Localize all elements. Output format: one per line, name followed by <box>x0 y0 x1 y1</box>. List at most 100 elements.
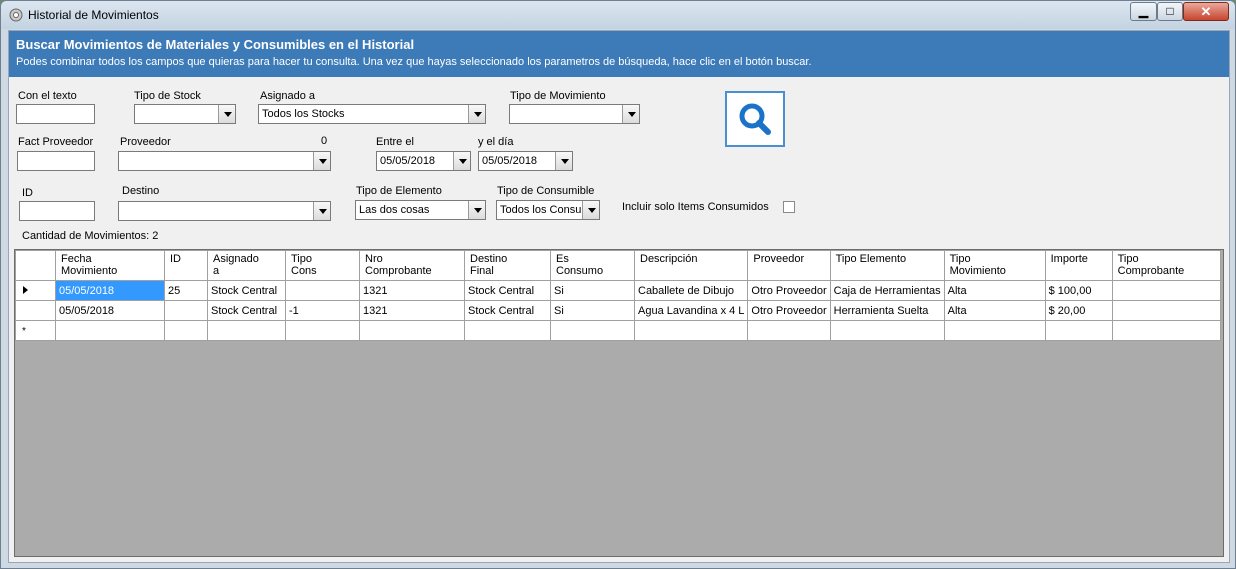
chevron-down-icon[interactable] <box>313 152 330 170</box>
tipo-stock-select[interactable] <box>134 104 236 124</box>
table-cell[interactable]: Stock Central <box>464 280 551 301</box>
banner-title: Buscar Movimientos de Materiales y Consu… <box>16 37 415 52</box>
movements-grid[interactable]: Fecha Movimiento ID Asignado a Tipo Cons Nro… <box>14 249 1224 557</box>
row-header[interactable]: * <box>15 320 56 341</box>
row-header[interactable] <box>15 280 56 301</box>
destino-label: Destino <box>122 185 160 197</box>
column-header[interactable]: Importe <box>1044 250 1113 281</box>
destino-select[interactable] <box>118 201 331 221</box>
column-header[interactable]: ID <box>164 250 208 281</box>
asignado-a-value: Todos los Stocks <box>262 108 345 120</box>
y-el-dia-value: 05/05/2018 <box>482 155 538 167</box>
table-cell[interactable]: Stock Central <box>207 300 286 321</box>
table-cell[interactable]: 25 <box>164 280 208 301</box>
id-input[interactable] <box>19 201 95 221</box>
minimize-button[interactable]: ▁ <box>1130 2 1157 21</box>
table-cell[interactable]: Caja de Herramientas <box>829 280 945 301</box>
tipo-elemento-select[interactable]: Las dos cosas <box>355 200 486 220</box>
con-el-texto-input[interactable] <box>16 104 95 124</box>
y-el-dia-date-picker[interactable]: 05/05/2018 <box>478 151 573 171</box>
proveedor-select[interactable] <box>118 151 331 171</box>
table-cell[interactable]: Alta <box>943 300 1046 321</box>
table-row[interactable]: 05/05/2018 25 Stock Central 1321 Stock Centr… <box>15 280 1221 301</box>
calendar-dropdown-icon[interactable] <box>555 152 572 170</box>
table-cell[interactable]: $ 100,00 <box>1044 280 1113 301</box>
table-cell[interactable] <box>285 320 360 341</box>
table-cell[interactable]: Otro Proveedor <box>747 300 831 321</box>
column-header[interactable]: Asignado a <box>207 250 286 281</box>
table-cell[interactable]: Herramienta Suelta <box>829 300 945 321</box>
table-cell[interactable] <box>1111 300 1221 321</box>
table-cell[interactable]: 1321 <box>359 280 465 301</box>
chevron-down-icon[interactable] <box>622 105 639 123</box>
table-cell[interactable]: Si <box>550 280 635 301</box>
tipo-stock-label: Tipo de Stock <box>134 90 201 102</box>
table-cell[interactable]: Stock Central <box>207 280 286 301</box>
chevron-down-icon[interactable] <box>218 105 235 123</box>
table-cell[interactable] <box>164 320 208 341</box>
column-header[interactable]: Tipo Elemento <box>829 250 945 281</box>
column-header[interactable]: Fecha Movimiento <box>55 250 165 281</box>
chevron-down-icon[interactable] <box>313 202 330 220</box>
chevron-down-icon[interactable] <box>468 201 485 219</box>
incluir-consumidos-checkbox[interactable] <box>783 201 795 213</box>
table-cell[interactable] <box>207 320 286 341</box>
table-cell[interactable]: 05/05/2018 <box>55 300 165 321</box>
column-header[interactable]: Tipo Cons <box>285 250 360 281</box>
tipo-consumible-select[interactable]: Todos los Consum <box>496 200 600 220</box>
chevron-down-icon[interactable] <box>582 201 599 219</box>
table-cell[interactable] <box>943 320 1046 341</box>
table-cell[interactable] <box>829 320 945 341</box>
table-cell[interactable] <box>359 320 465 341</box>
table-cell[interactable]: Stock Central <box>464 300 551 321</box>
table-cell[interactable]: Alta <box>943 280 1046 301</box>
table-cell[interactable]: Caballete de Dibujo <box>633 280 749 301</box>
header-banner: Buscar Movimientos de Materiales y Consu… <box>9 31 1229 77</box>
entre-el-value: 05/05/2018 <box>380 155 436 167</box>
column-header[interactable]: Nro Comprobante <box>359 250 465 281</box>
column-header[interactable]: Destino Final <box>464 250 551 281</box>
column-header[interactable]: Tipo Comprobante <box>1111 250 1221 281</box>
tipo-elemento-label: Tipo de Elemento <box>356 185 442 197</box>
maximize-button[interactable]: □ <box>1157 2 1183 21</box>
calendar-dropdown-icon[interactable] <box>453 152 470 170</box>
table-cell[interactable]: 1321 <box>359 300 465 321</box>
column-header[interactable]: Descripción <box>633 250 749 281</box>
table-cell[interactable]: Si <box>550 300 635 321</box>
table-cell[interactable]: Otro Proveedor <box>747 280 831 301</box>
fact-proveedor-input[interactable] <box>17 151 95 171</box>
table-cell[interactable] <box>747 320 831 341</box>
table-cell[interactable] <box>633 320 749 341</box>
app-window: Historial de Movimientos ▁ □ ✕ Buscar Mo… <box>0 0 1236 569</box>
table-cell[interactable] <box>55 320 165 341</box>
table-cell[interactable] <box>550 320 635 341</box>
table-cell[interactable]: 05/05/2018 <box>55 280 165 301</box>
new-row[interactable]: * <box>15 320 1221 341</box>
row-header[interactable] <box>15 300 56 321</box>
tipo-movimiento-select[interactable] <box>509 104 640 124</box>
table-cell[interactable] <box>464 320 551 341</box>
tipo-consumible-value: Todos los Consum <box>500 204 581 216</box>
chevron-down-icon[interactable] <box>468 105 485 123</box>
close-button[interactable]: ✕ <box>1183 2 1229 21</box>
table-cell[interactable]: $ 20,00 <box>1044 300 1113 321</box>
fact-proveedor-label: Fact Proveedor <box>18 136 94 148</box>
entre-el-date-picker[interactable]: 05/05/2018 <box>376 151 471 171</box>
table-cell[interactable] <box>1111 320 1221 341</box>
table-cell[interactable]: -1 <box>285 300 360 321</box>
table-cell[interactable] <box>1111 280 1221 301</box>
current-row-arrow-icon <box>23 285 28 294</box>
table-cell[interactable]: Agua Lavandina x 4 L <box>633 300 749 321</box>
table-cell[interactable] <box>1044 320 1113 341</box>
table-cell[interactable] <box>164 300 208 321</box>
header-row: Fecha Movimiento ID Asignado a Tipo Cons Nro… <box>15 250 1221 281</box>
search-button[interactable] <box>725 91 785 147</box>
column-header[interactable]: Es Consumo <box>550 250 635 281</box>
title-bar[interactable]: Historial de Movimientos ▁ □ ✕ <box>1 1 1235 29</box>
table-cell[interactable] <box>285 280 360 301</box>
maximize-icon: □ <box>1166 4 1174 18</box>
asignado-a-select[interactable]: Todos los Stocks <box>258 104 486 124</box>
column-header[interactable]: Tipo Movimiento <box>943 250 1046 281</box>
column-header[interactable]: Proveedor <box>747 250 831 281</box>
table-row[interactable]: 05/05/2018 Stock Central -1 1321 Stock Centr… <box>15 300 1221 321</box>
